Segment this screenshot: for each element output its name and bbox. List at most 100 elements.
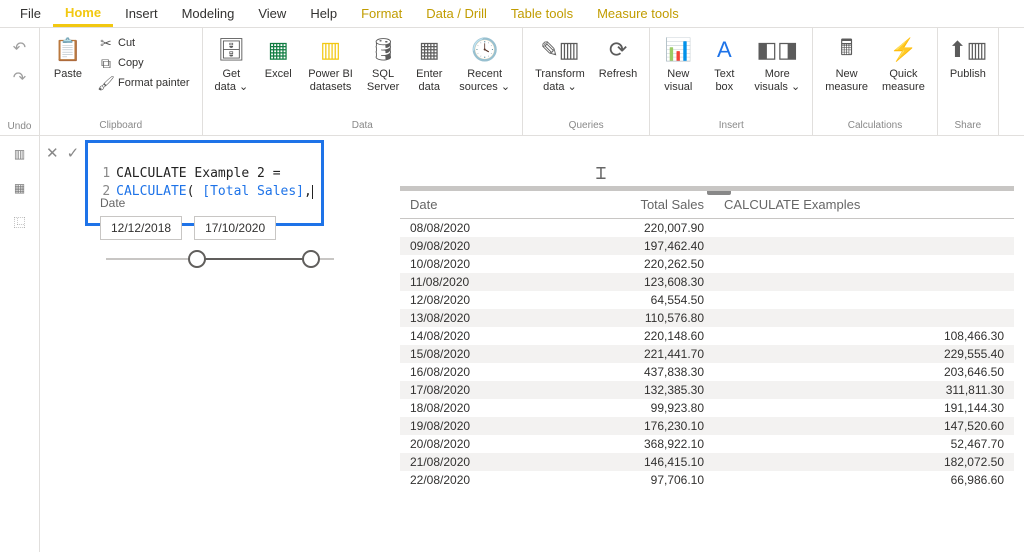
slicer-title: Date	[100, 196, 340, 210]
view-switcher: ▥ ▦ ⿺	[0, 136, 40, 552]
slicer-track	[106, 250, 334, 268]
quick-measure-button[interactable]: ⚡Quick measure	[876, 32, 931, 96]
transform-data-button[interactable]: ✎▥Transform data ⌄	[529, 32, 591, 96]
redo-button[interactable]: ↷	[13, 68, 26, 88]
table-row[interactable]: 09/08/2020197,462.40	[400, 237, 1014, 255]
excel-icon: ▦	[262, 34, 294, 66]
table-row[interactable]: 11/08/2020123,608.30	[400, 273, 1014, 291]
database-icon: 🗄	[215, 34, 247, 66]
slicer-handle-start[interactable]	[188, 250, 206, 268]
table-row[interactable]: 14/08/2020220,148.60108,466.30	[400, 327, 1014, 345]
table-row[interactable]: 19/08/2020176,230.10147,520.60	[400, 417, 1014, 435]
copy-button[interactable]: ⧉Copy	[96, 54, 192, 72]
table-icon: ▦	[413, 34, 445, 66]
undo-group: ↶ ↷ Undo	[0, 28, 40, 135]
cancel-formula-button[interactable]: ✕	[46, 144, 59, 162]
table-row[interactable]: 13/08/2020110,576.80	[400, 309, 1014, 327]
col-calculate-examples[interactable]: CALCULATE Examples	[714, 191, 1014, 219]
text-box-button[interactable]: AText box	[702, 32, 746, 96]
model-view-button[interactable]: ⿺	[8, 210, 32, 234]
table-visual[interactable]: Date Total Sales CALCULATE Examples 08/0…	[400, 186, 1014, 552]
chart-plus-icon: 📊	[662, 34, 694, 66]
date-slicer[interactable]: Date 12/12/2018 17/10/2020	[100, 196, 340, 268]
enter-data-button[interactable]: ▦Enter data	[407, 32, 451, 96]
table-row[interactable]: 16/08/2020437,838.30203,646.50	[400, 363, 1014, 381]
paintbrush-icon: 🖌	[98, 75, 114, 91]
tab-measure-tools[interactable]: Measure tools	[585, 2, 691, 25]
tab-view[interactable]: View	[246, 2, 298, 25]
queries-group: ✎▥Transform data ⌄ ⟳Refresh Queries	[523, 28, 650, 135]
insert-group: 📊New visual AText box ◧◨More visuals ⌄ I…	[650, 28, 813, 135]
group-label-queries: Queries	[529, 120, 643, 133]
group-label-insert: Insert	[656, 120, 806, 133]
slicer-start-date[interactable]: 12/12/2018	[100, 216, 182, 240]
table-row[interactable]: 21/08/2020146,415.10182,072.50	[400, 453, 1014, 471]
excel-button[interactable]: ▦Excel	[256, 32, 300, 83]
group-label-share: Share	[944, 120, 992, 133]
publish-icon: ⬆▥	[952, 34, 984, 66]
tab-modeling[interactable]: Modeling	[170, 2, 247, 25]
slicer-handle-end[interactable]	[302, 250, 320, 268]
table-row[interactable]: 22/08/202097,706.1066,986.60	[400, 471, 1014, 489]
publish-button[interactable]: ⬆▥Publish	[944, 32, 992, 83]
tab-help[interactable]: Help	[298, 2, 349, 25]
resize-handle-top[interactable]	[707, 187, 731, 195]
group-label-clipboard: Clipboard	[46, 120, 196, 133]
undo-button[interactable]: ↶	[13, 38, 26, 58]
table-row[interactable]: 18/08/202099,923.80191,144.30	[400, 399, 1014, 417]
slicer-end-date[interactable]: 17/10/2020	[194, 216, 276, 240]
table-row[interactable]: 10/08/2020220,262.50	[400, 255, 1014, 273]
clipboard-group: 📋 Paste ✂Cut ⧉Copy 🖌Format painter Clipb…	[40, 28, 203, 135]
data-group: 🗄Get data ⌄ ▦Excel ▥Power BI datasets 🛢S…	[203, 28, 524, 135]
table-row[interactable]: 17/08/2020132,385.30311,811.30	[400, 381, 1014, 399]
recent-icon: 🕓	[469, 34, 501, 66]
col-date[interactable]: Date	[400, 191, 554, 219]
data-view-button[interactable]: ▦	[8, 176, 32, 200]
copy-icon: ⧉	[98, 55, 114, 71]
table-row[interactable]: 12/08/202064,554.50	[400, 291, 1014, 309]
transform-icon: ✎▥	[544, 34, 576, 66]
table-row[interactable]: 08/08/2020220,007.90	[400, 219, 1014, 238]
new-measure-button[interactable]: 🖩New measure	[819, 32, 874, 96]
tab-file[interactable]: File	[8, 2, 53, 25]
ribbon: ↶ ↷ Undo 📋 Paste ✂Cut ⧉Copy 🖌Format pain…	[0, 28, 1024, 136]
tab-table-tools[interactable]: Table tools	[499, 2, 585, 25]
group-label-undo: Undo	[8, 121, 32, 135]
more-visuals-button[interactable]: ◧◨More visuals ⌄	[748, 32, 806, 96]
menubar: File HomeInsertModelingViewHelp FormatDa…	[0, 0, 1024, 28]
ibeam-cursor-icon: Ꮖ	[596, 166, 607, 184]
scissors-icon: ✂	[98, 35, 114, 51]
report-view-button[interactable]: ▥	[8, 142, 32, 166]
tab-insert[interactable]: Insert	[113, 2, 170, 25]
powerbi-datasets-button[interactable]: ▥Power BI datasets	[302, 32, 359, 96]
new-visual-button[interactable]: 📊New visual	[656, 32, 700, 96]
calculator-icon: 🖩	[831, 34, 863, 66]
get-data-button[interactable]: 🗄Get data ⌄	[209, 32, 255, 96]
sql-server-button[interactable]: 🛢SQL Server	[361, 32, 405, 96]
col-total-sales[interactable]: Total Sales	[554, 191, 714, 219]
commit-formula-button[interactable]: ✓	[67, 144, 80, 162]
clipboard-icon: 📋	[52, 34, 84, 66]
lightning-icon: ⚡	[887, 34, 919, 66]
paste-button[interactable]: 📋 Paste	[46, 32, 90, 83]
table-row[interactable]: 20/08/2020368,922.1052,467.70	[400, 435, 1014, 453]
text-icon: A	[708, 34, 740, 66]
share-group: ⬆▥Publish Share	[938, 28, 999, 135]
calculations-group: 🖩New measure ⚡Quick measure Calculations	[813, 28, 938, 135]
pbi-icon: ▥	[315, 34, 347, 66]
cut-button[interactable]: ✂Cut	[96, 34, 192, 52]
tab-home[interactable]: Home	[53, 1, 113, 27]
visuals-icon: ◧◨	[761, 34, 793, 66]
sql-icon: 🛢	[367, 34, 399, 66]
table-row[interactable]: 15/08/2020221,441.70229,555.40	[400, 345, 1014, 363]
recent-sources-button[interactable]: 🕓Recent sources ⌄	[453, 32, 516, 96]
data-table: Date Total Sales CALCULATE Examples 08/0…	[400, 191, 1014, 489]
group-label-data: Data	[209, 120, 517, 133]
group-label-calc: Calculations	[819, 120, 931, 133]
format-painter-button[interactable]: 🖌Format painter	[96, 74, 192, 92]
report-canvas: ✕ ✓ 1CALCULATE Example 2 = 2CALCULATE( […	[40, 136, 1024, 552]
refresh-icon: ⟳	[602, 34, 634, 66]
refresh-button[interactable]: ⟳Refresh	[593, 32, 644, 83]
tab-data-drill[interactable]: Data / Drill	[414, 2, 499, 25]
tab-format[interactable]: Format	[349, 2, 414, 25]
